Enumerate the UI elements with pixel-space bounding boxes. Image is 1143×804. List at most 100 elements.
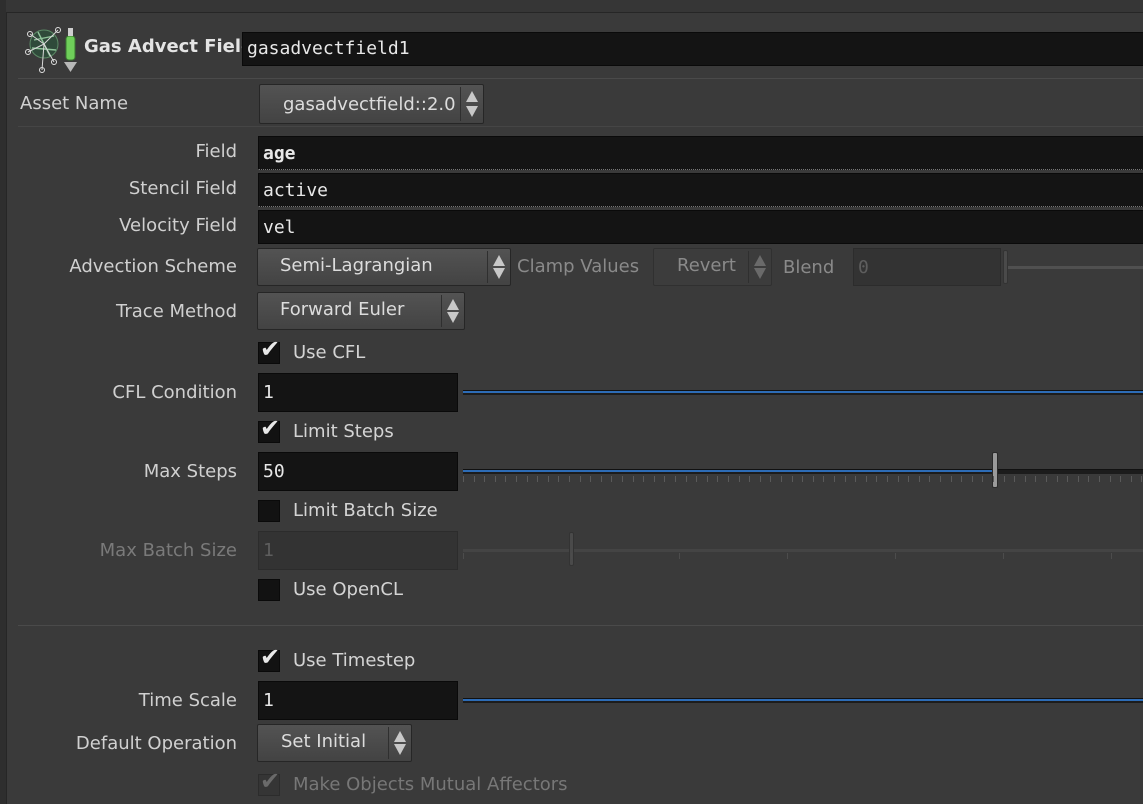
checkmark-icon: ✔ <box>260 643 281 671</box>
slider-tick <box>1067 476 1069 482</box>
max-steps-label: Max Steps <box>143 461 237 482</box>
velocity-field-label: Velocity Field <box>119 215 237 236</box>
up-down-arrows-icon <box>465 85 479 123</box>
section-separator <box>18 625 1143 626</box>
limit-steps-checkbox[interactable]: ✔ <box>258 416 280 443</box>
menu-divider <box>748 251 749 283</box>
slider-tick <box>1099 476 1100 482</box>
trace-method-value: Forward Euler <box>280 299 405 320</box>
max-batch-size-label: Max Batch Size <box>99 540 237 561</box>
slider-tick <box>679 553 680 559</box>
checkmark-icon: ✔ <box>260 767 281 795</box>
blend-slider-track[interactable] <box>1008 266 1143 269</box>
slider-tick <box>971 476 973 482</box>
slider-tick <box>781 476 782 482</box>
limit-steps-label: Limit Steps <box>293 421 394 442</box>
slider-tick <box>622 476 623 482</box>
up-down-arrows-icon <box>753 249 767 285</box>
limit-batch-size-checkbox[interactable] <box>258 500 280 522</box>
slider-tick <box>505 476 507 482</box>
field-input[interactable]: age <box>258 136 1143 170</box>
blend-input[interactable]: 0 <box>853 248 1001 286</box>
slider-tick <box>908 476 910 482</box>
slider-tick <box>1077 476 1079 482</box>
slider-tick <box>876 476 878 482</box>
slider-tick <box>664 476 666 482</box>
cfl-slider-fill <box>463 391 1143 393</box>
slider-tick <box>473 476 475 482</box>
stencil-field-label: Stencil Field <box>128 178 237 199</box>
slider-tick <box>834 476 835 482</box>
use-opencl-checkbox[interactable] <box>258 579 280 601</box>
node-type-label: Gas Advect Field <box>84 36 254 57</box>
slider-tick <box>738 476 740 482</box>
checkmark-icon: ✔ <box>260 335 281 363</box>
velocity-field-input[interactable]: vel <box>258 210 1143 244</box>
use-cfl-checkbox[interactable]: ✔ <box>258 337 280 364</box>
menu-divider <box>460 87 461 121</box>
default-operation-label: Default Operation <box>75 733 237 754</box>
menu-divider <box>388 727 389 759</box>
advection-scheme-value: Semi-Lagrangian <box>280 255 433 276</box>
make-mutual-affectors-checkbox[interactable]: ✔ <box>258 769 280 796</box>
slider-tick <box>1024 476 1026 482</box>
slider-tick <box>918 476 920 482</box>
time-scale-label: Time Scale <box>138 690 237 711</box>
slider-tick <box>696 476 698 482</box>
time-scale-slider-fill <box>463 699 1143 701</box>
make-mutual-affectors-label: Make Objects Mutual Affectors <box>293 774 568 795</box>
slider-tick <box>558 476 560 482</box>
max-steps-slider-handle[interactable] <box>992 452 998 488</box>
slider-tick <box>1109 476 1111 482</box>
slider-tick <box>865 476 867 482</box>
slider-tick <box>600 476 602 482</box>
advection-scheme-menu[interactable]: Semi-Lagrangian <box>257 248 511 286</box>
slider-tick <box>770 476 772 482</box>
asset-version-menu[interactable]: gasadvectfield::2.0 <box>259 84 484 124</box>
slider-tick <box>717 476 719 482</box>
asset-version-value: gasadvectfield::2.0 <box>283 94 456 115</box>
use-timestep-checkbox[interactable]: ✔ <box>258 645 280 672</box>
default-operation-value: Set Initial <box>281 731 367 752</box>
slider-tick <box>1046 476 1047 482</box>
max-batch-size-input[interactable]: 1 <box>258 531 458 570</box>
max-steps-input[interactable]: 50 <box>258 452 458 491</box>
parameter-editor: Gas Advect Field gasadvectfield1 Asset N… <box>0 0 1143 804</box>
slider-tick <box>929 476 931 482</box>
menu-divider <box>487 251 488 283</box>
use-timestep-label: Use Timestep <box>293 650 416 671</box>
slider-tick <box>611 476 613 482</box>
slider-tick <box>802 476 804 482</box>
slider-tick <box>632 476 634 482</box>
default-operation-menu[interactable]: Set Initial <box>257 724 412 762</box>
max-batch-size-slider-handle[interactable] <box>569 532 574 566</box>
clamp-values-menu[interactable]: Revert <box>653 248 772 286</box>
slider-tick <box>537 476 539 482</box>
slider-tick <box>571 553 572 559</box>
slider-tick <box>1141 476 1143 482</box>
slider-tick <box>590 476 592 482</box>
node-name-input[interactable]: gasadvectfield1 <box>242 32 1143 66</box>
time-scale-input[interactable]: 1 <box>258 681 458 720</box>
slider-tick <box>1003 476 1005 482</box>
slider-tick <box>749 476 751 482</box>
asset-name-label: Asset Name <box>20 93 129 114</box>
max-batch-size-slider-track[interactable] <box>463 549 1143 552</box>
trace-method-menu[interactable]: Forward Euler <box>257 292 465 330</box>
slider-tick <box>759 476 761 482</box>
slider-tick <box>1003 553 1004 559</box>
up-down-arrows-icon <box>492 249 506 285</box>
trace-method-label: Trace Method <box>116 301 237 322</box>
slider-tick <box>463 553 464 559</box>
slider-tick <box>675 476 676 482</box>
slider-tick <box>653 476 655 482</box>
slider-tick <box>1014 476 1016 482</box>
slider-tick <box>1111 553 1112 559</box>
max-batch-size-slider-ticks <box>463 553 1143 559</box>
advection-scheme-label: Advection Scheme <box>69 256 237 277</box>
stencil-field-input[interactable]: active <box>258 173 1143 207</box>
slider-tick <box>706 476 708 482</box>
max-steps-slider-ticks <box>463 476 1143 482</box>
cfl-condition-input[interactable]: 1 <box>258 373 458 412</box>
up-down-arrows-icon <box>446 293 460 329</box>
